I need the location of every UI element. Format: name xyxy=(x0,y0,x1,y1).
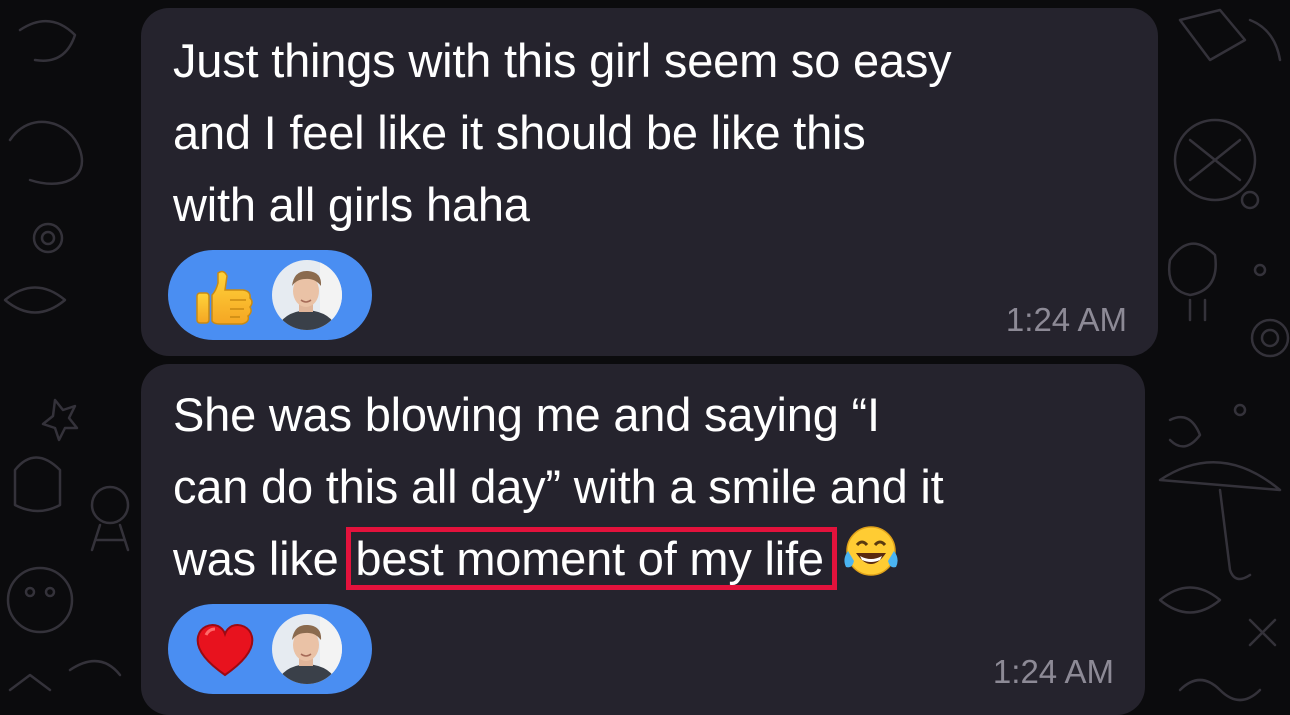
tears-of-joy-icon xyxy=(842,523,900,601)
message-line: and I feel like it should be like this xyxy=(173,106,866,159)
message-line-prefix: was like xyxy=(173,532,352,585)
message-bubble[interactable]: Just things with this girl seem so easy … xyxy=(141,8,1158,356)
message-bubble[interactable]: She was blowing me and saying “I can do … xyxy=(141,364,1145,715)
thumbs-up-icon xyxy=(194,265,256,332)
message-line: was like best moment of my life xyxy=(173,523,943,601)
heart-icon xyxy=(194,619,256,686)
highlighted-phrase: best moment of my life xyxy=(346,527,837,590)
reactor-avatar xyxy=(272,260,342,330)
message-text: She was blowing me and saying “I can do … xyxy=(173,379,944,601)
reaction-pill[interactable] xyxy=(168,250,372,340)
reactor-avatar xyxy=(272,614,342,684)
message-line: She was blowing me and saying “I xyxy=(173,388,880,441)
message-line: with all girls haha xyxy=(173,178,530,231)
message-line: Just things with this girl seem so easy xyxy=(173,34,952,87)
reaction-pill[interactable] xyxy=(168,604,372,694)
message-timestamp: 1:24 AM xyxy=(1005,301,1127,338)
message-timestamp: 1:24 AM xyxy=(992,653,1114,690)
message-text: Just things with this girl seem so easy … xyxy=(173,25,952,241)
message-line: can do this all day” with a smile and it xyxy=(173,460,944,513)
